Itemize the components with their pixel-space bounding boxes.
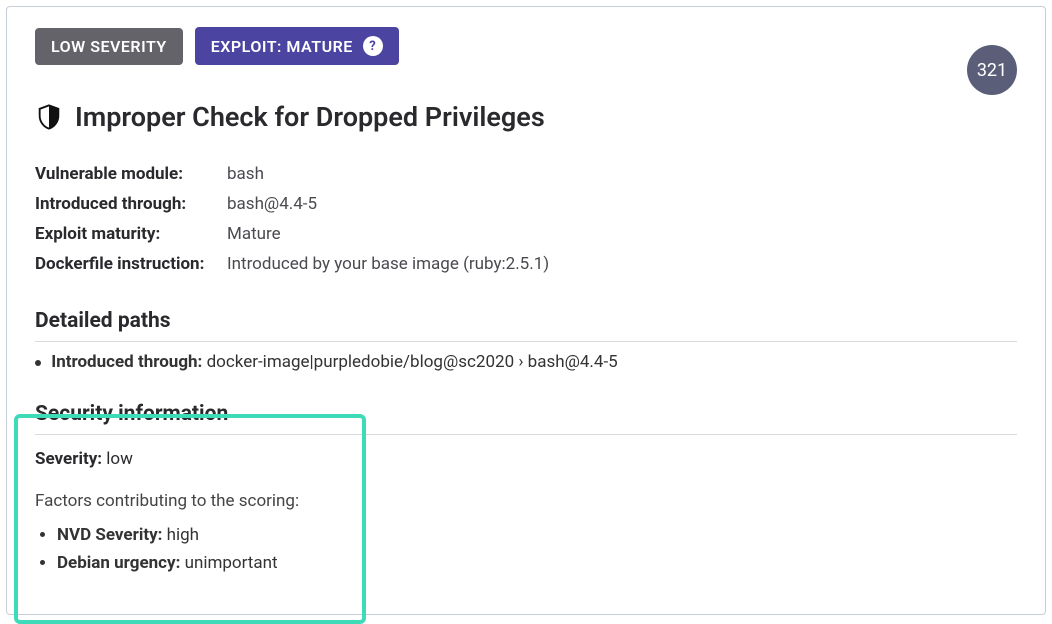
factor-value: unimportant (185, 553, 278, 573)
meta-value: bash@4.4-5 (227, 194, 317, 214)
path-label: Introduced through: (51, 352, 202, 372)
title-row: Improper Check for Dropped Privileges (35, 101, 1017, 133)
severity-badge: LOW SEVERITY (35, 28, 183, 65)
meta-vulnerable-module: Vulnerable module: bash (35, 159, 1017, 189)
issue-count-badge: 321 (967, 45, 1017, 95)
factor-label: NVD Severity: (57, 525, 162, 545)
badge-row: LOW SEVERITY EXPLOIT: MATURE ? (35, 27, 1017, 65)
severity-value: low (106, 449, 133, 469)
bullet-icon (35, 360, 41, 366)
meta-label: Vulnerable module: (35, 164, 227, 184)
factor-item: Debian urgency: unimportant (57, 549, 1017, 577)
factor-value: high (167, 525, 199, 545)
path-row: Introduced through: docker-image|purpled… (35, 352, 1017, 372)
detailed-paths-heading: Detailed paths (35, 309, 1017, 342)
factors-intro: Factors contributing to the scoring: (35, 491, 1017, 511)
meta-dockerfile: Dockerfile instruction: Introduced by yo… (35, 249, 1017, 279)
factors-list: NVD Severity: high Debian urgency: unimp… (35, 521, 1017, 577)
meta-label: Dockerfile instruction: (35, 254, 227, 274)
meta-value: bash (227, 164, 264, 184)
meta-exploit-maturity: Exploit maturity: Mature (35, 219, 1017, 249)
meta-label: Introduced through: (35, 194, 227, 214)
factor-item: NVD Severity: high (57, 521, 1017, 549)
exploit-badge: EXPLOIT: MATURE ? (195, 27, 399, 65)
exploit-badge-text: EXPLOIT: MATURE (211, 37, 353, 56)
factor-label: Debian urgency: (57, 553, 180, 573)
path-value: docker-image|purpledobie/blog@sc2020 › b… (207, 352, 618, 372)
severity-line: Severity: low (35, 449, 1017, 469)
meta-introduced-through: Introduced through: bash@4.4-5 (35, 189, 1017, 219)
vulnerability-title: Improper Check for Dropped Privileges (75, 101, 545, 133)
help-icon[interactable]: ? (363, 36, 383, 56)
meta-block: Vulnerable module: bash Introduced throu… (35, 159, 1017, 279)
meta-value: Mature (227, 224, 281, 244)
severity-label: Severity: (35, 449, 102, 469)
meta-value: Introduced by your base image (ruby:2.5.… (227, 254, 549, 274)
vulnerability-card: LOW SEVERITY EXPLOIT: MATURE ? 321 Impro… (6, 6, 1046, 615)
security-info-block: Security information Severity: low Facto… (35, 402, 1017, 577)
meta-label: Exploit maturity: (35, 224, 227, 244)
shield-icon (35, 103, 63, 131)
security-info-heading: Security information (35, 402, 1017, 435)
